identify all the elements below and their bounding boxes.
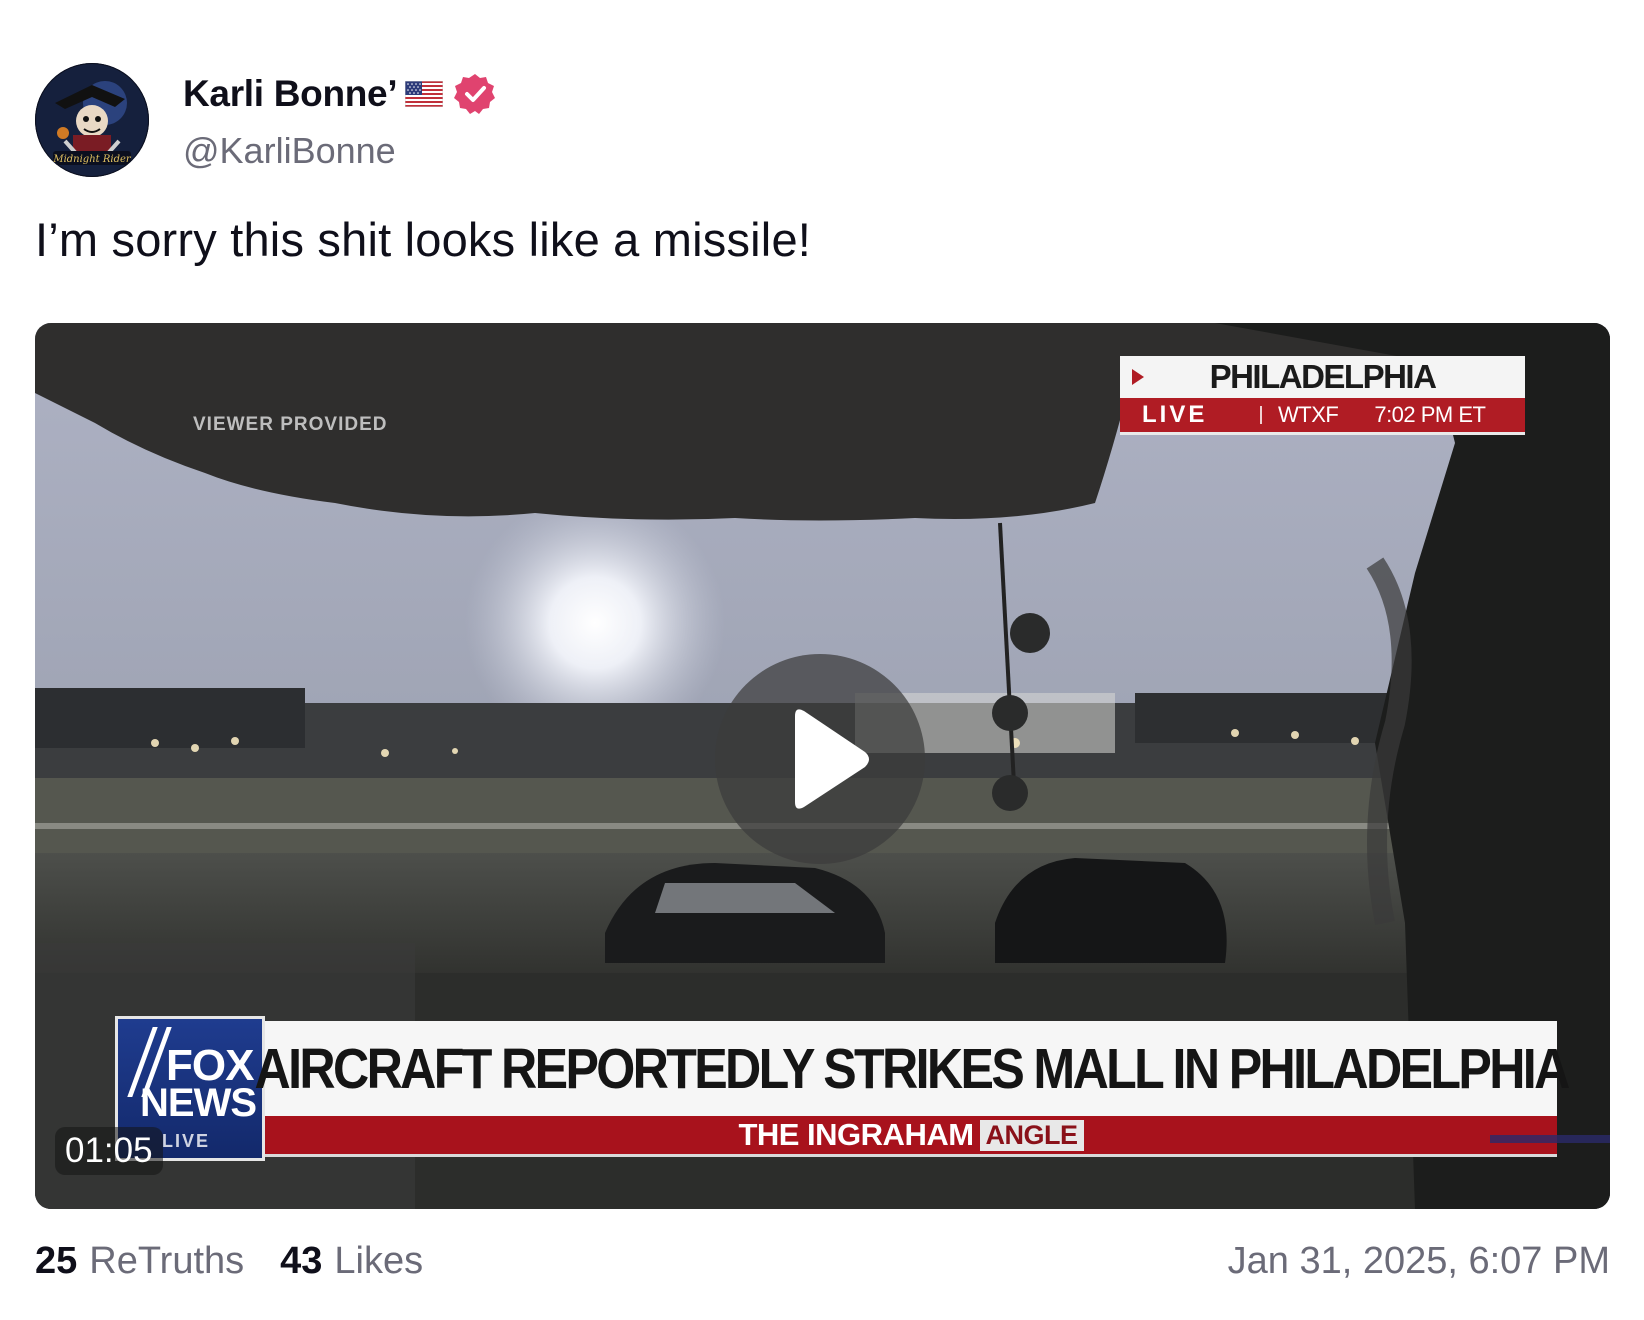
video-player[interactable]: VIEWER PROVIDED PHILADELPHIA LIVE WTXF 7… <box>35 323 1610 1209</box>
viewer-provided-label: VIEWER PROVIDED <box>193 414 388 435</box>
show-name: THE INGRAHAM <box>738 1117 974 1152</box>
display-name[interactable]: Karli Bonne’ <box>183 73 398 115</box>
live-bug-location-bar: PHILADELPHIA <box>1120 356 1525 398</box>
post-card: Midnight Rider Karli Bonne’ @KarliBonne … <box>0 0 1644 1320</box>
post-text: I’m sorry this shit looks like a missile… <box>35 213 812 266</box>
video-duration: 01:05 <box>55 1127 163 1175</box>
live-location-bug: PHILADELPHIA LIVE WTXF 7:02 PM ET <box>1120 356 1525 436</box>
news-lower-third: FOX NEWS LIVE AIRCRAFT REPORTEDLY STRIKE… <box>115 1016 1570 1171</box>
likes-count[interactable]: 43 <box>280 1240 322 1283</box>
live-separator <box>1260 406 1262 424</box>
ticker-edge <box>1490 1135 1610 1143</box>
avatar[interactable]: Midnight Rider <box>35 63 149 177</box>
post-timestamp[interactable]: Jan 31, 2025, 6:07 PM <box>1228 1240 1610 1283</box>
live-label: LIVE <box>1142 401 1208 428</box>
logo-news-text: NEWS <box>140 1081 257 1125</box>
avatar-caption: Midnight Rider <box>52 154 132 165</box>
logo-live-tag: LIVE <box>162 1131 211 1151</box>
play-triangle-icon <box>1132 369 1144 385</box>
display-name-row: Karli Bonne’ <box>183 70 497 118</box>
live-bug-info-bar: LIVE WTXF 7:02 PM ET <box>1120 398 1525 435</box>
engagement-stats: 25 ReTruths 43 Likes <box>35 1240 423 1283</box>
live-station: WTXF <box>1278 402 1339 427</box>
show-name-suffix: ANGLE <box>979 1119 1084 1151</box>
show-name-bar: THE INGRAHAM ANGLE <box>265 1116 1557 1157</box>
live-bug-city: PHILADELPHIA <box>1209 358 1437 395</box>
headline-bar: AIRCRAFT REPORTEDLY STRIKES MALL IN PHIL… <box>254 1021 1570 1116</box>
play-icon <box>795 709 869 809</box>
handle[interactable]: @KarliBonne <box>183 130 396 172</box>
avatar-image: Midnight Rider <box>36 64 148 176</box>
play-button[interactable] <box>715 654 925 864</box>
live-time: 7:02 PM ET <box>1374 402 1486 427</box>
headline-text: AIRCRAFT REPORTEDLY STRIKES MALL IN PHIL… <box>254 1036 1570 1101</box>
likes-label[interactable]: Likes <box>334 1240 423 1283</box>
retruths-label[interactable]: ReTruths <box>89 1240 244 1283</box>
retruths-count[interactable]: 25 <box>35 1240 77 1283</box>
us-flag-icon <box>404 80 444 108</box>
verified-badge-icon <box>453 72 497 116</box>
